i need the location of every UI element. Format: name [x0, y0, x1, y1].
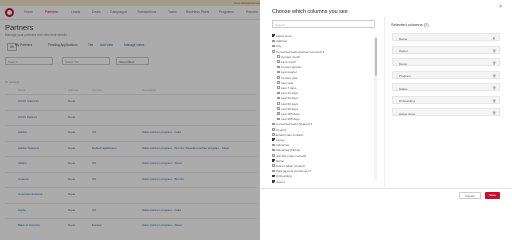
selected-column-group[interactable]: ⋮⋮ Group 🗑 [392, 58, 500, 66]
column-option-label: Last 60 days [281, 101, 299, 106]
column-checkbox[interactable] [277, 96, 280, 100]
save-button[interactable]: Save [485, 192, 500, 199]
column-checkbox[interactable] [277, 55, 280, 58]
column-search-input[interactable]: Search [272, 20, 375, 28]
selected-column-owner[interactable]: ⋮⋮ Owner 🗑 [392, 45, 500, 54]
column-option-label: Last year [281, 80, 294, 85]
trash-icon[interactable]: 🗑 [492, 49, 496, 53]
column-checkbox[interactable] [277, 86, 280, 89]
column-checkbox[interactable] [272, 34, 275, 37]
column-option-label: City [276, 44, 282, 49]
selected-column-active-since[interactable]: ⋮⋮ Active since 🗑 [392, 108, 500, 116]
column-option-label: Last 7 days [281, 86, 297, 90]
selected-column-label: Group [399, 61, 408, 66]
column-option-label: Converted leads (shared) ▾ [276, 122, 313, 127]
trash-icon[interactable]: 🗑 [492, 61, 496, 65]
column-checkbox[interactable] [277, 107, 280, 110]
column-checkbox[interactable] [277, 81, 280, 84]
modal-backdrop[interactable] [0, 0, 260, 240]
column-checkbox[interactable] [272, 153, 275, 157]
column-checkbox[interactable] [272, 127, 275, 131]
selected-column-label: Owner [399, 49, 408, 54]
column-checkbox[interactable] [272, 143, 275, 147]
column-option-label: Industries [276, 143, 290, 148]
column-checkbox[interactable] [272, 164, 275, 167]
column-checkbox[interactable] [272, 148, 275, 152]
column-checkbox[interactable] [272, 122, 275, 126]
selected-column-label: Onboarding [399, 99, 415, 104]
column-option-label: Converted leads (partner-sourced) ▾ [276, 49, 325, 54]
trash-icon[interactable]: 🗑 [492, 99, 496, 103]
column-checkbox[interactable] [272, 49, 275, 53]
column-option-label: Email (main contact) [276, 132, 304, 137]
column-option-label: Last quarter [281, 70, 298, 75]
column-option-label: Current quarter [281, 65, 302, 70]
column-checkbox[interactable] [277, 75, 280, 79]
lock-icon: 🔒 [492, 36, 496, 40]
column-option-label: Owner [276, 179, 285, 184]
column-option-label: Paid payouts (customer) ▾ [276, 169, 311, 174]
scrollbar-thumb[interactable] [375, 38, 377, 76]
selected-columns-title: Selected columns (7) [391, 22, 429, 27]
close-icon[interactable]: × [499, 4, 502, 10]
selected-column-label: Name [399, 36, 408, 41]
column-option-label: Last 90 days [281, 106, 299, 111]
column-option-label: Active since [276, 34, 293, 38]
column-checkbox[interactable] [277, 101, 280, 105]
column-checkbox[interactable] [272, 138, 275, 141]
column-checkbox[interactable] [272, 133, 275, 136]
cancel-button[interactable]: Cancel [459, 192, 481, 199]
trash-icon[interactable]: 🗑 [492, 74, 496, 78]
column-checkbox[interactable] [277, 117, 280, 121]
column-option-label: Last 180 days [281, 112, 300, 116]
column-option-label: Last 365 days [281, 117, 300, 122]
column-checkbox[interactable] [277, 91, 280, 95]
column-checkbox[interactable] [272, 44, 275, 48]
column-option-label: Group [276, 138, 285, 142]
selected-column-label: Status [399, 86, 408, 91]
selected-column-label: Program [399, 74, 411, 79]
column-checkbox[interactable] [272, 174, 275, 178]
selected-column-onboarding[interactable]: ⋮⋮ Onboarding 🗑 [392, 95, 500, 104]
selected-column-status[interactable]: ⋮⋮ Status 🗑 [392, 83, 500, 91]
selected-column-label: Active since [399, 111, 416, 116]
column-checkbox[interactable] [277, 65, 280, 69]
column-option-label: Last 30 days [281, 96, 299, 101]
column-option-label: Name [276, 158, 285, 163]
column-divider [384, 17, 385, 187]
column-checkbox[interactable] [272, 159, 275, 162]
column-option-label: Last month [281, 60, 296, 64]
selected-column-name[interactable]: ⋮⋮ Name 🔒 [392, 33, 500, 41]
column-option-label: Current year [281, 75, 298, 80]
column-checkbox[interactable] [277, 60, 280, 63]
column-option-label: Country [276, 127, 287, 132]
column-option-label: Owner (Main contact) [276, 164, 305, 168]
selected-column-program[interactable]: ⋮⋮ Program 🗑 [392, 70, 500, 79]
column-option-label: Last 14 days [281, 91, 299, 96]
column-checkbox[interactable] [277, 112, 280, 115]
column-option-label: Onboarding [276, 174, 292, 179]
trash-icon[interactable]: 🗑 [492, 86, 496, 90]
trash-icon[interactable]: 🗑 [492, 111, 496, 115]
column-option-label: Current month [281, 54, 301, 59]
column-option-label: Job title (main contact) [276, 153, 307, 158]
column-checkbox[interactable] [272, 169, 275, 173]
column-checkbox[interactable] [272, 39, 275, 43]
modal-title: Choose which columns you see [272, 9, 348, 15]
column-option-label: Industries (TECH) [276, 148, 301, 153]
column-checkbox[interactable] [277, 70, 280, 74]
column-checkbox[interactable] [272, 179, 275, 183]
modal-footer-divider [260, 188, 512, 189]
column-option-label: Address [276, 39, 288, 44]
